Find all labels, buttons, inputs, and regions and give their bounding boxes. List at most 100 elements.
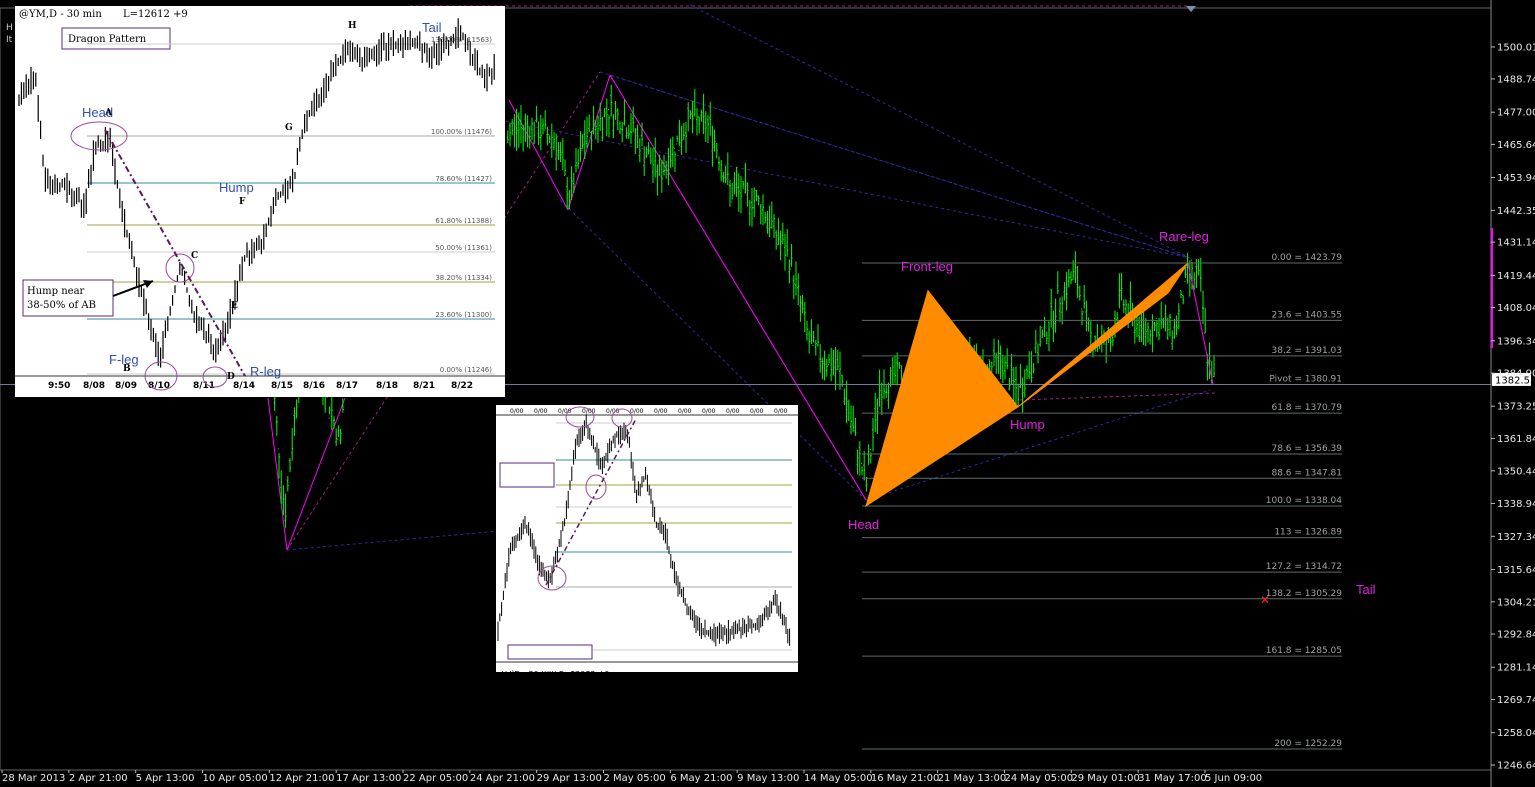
inset2-symbol: YM,D - 30 min L=13013 +9 [499, 669, 610, 672]
note-line-2: 38-50% of AB [27, 300, 96, 311]
fib-label: 138.2 = 1305.29 [1266, 589, 1343, 599]
y-tick-label: 1338.94 [1497, 499, 1535, 510]
inset1-date: 8/17 [336, 381, 358, 391]
x-tick-label: 2 Apr 21:00 [69, 773, 128, 784]
y-tick-label: 1350.44 [1497, 466, 1535, 477]
fib-label: 200 = 1252.29 [1274, 739, 1342, 749]
inset2-date: 0/00 [678, 408, 692, 415]
pattern-leg [508, 99, 569, 211]
point-c: C [191, 251, 198, 261]
inset1-fib-label: 50.00% (11361) [435, 244, 492, 252]
inset1-date: 8/11 [193, 381, 215, 391]
y-tick-label: 1373.25 [1497, 402, 1535, 413]
point-e: E [231, 301, 238, 311]
price-axis: 1500.01 1488.74 1477.00 1465.64 1453.94 1442.… [1491, 42, 1535, 772]
x-tick-label: 17 Apr 13:00 [336, 773, 401, 784]
fib-label: 23.6 = 1403.55 [1271, 310, 1342, 320]
inset2-trendline [545, 418, 637, 586]
inset1-fib-label: 38.20% (11334) [435, 274, 492, 282]
axis-highlight [1491, 228, 1493, 348]
inset1-date: 8/22 [451, 381, 473, 391]
x-tick-label: 14 May 05:00 [804, 773, 873, 784]
fib-label: 161.8 = 1285.05 [1266, 646, 1342, 656]
inset2-date: 0/00 [558, 408, 572, 415]
header-fragment: It [6, 35, 13, 45]
inset2-date: 0/00 [630, 408, 644, 415]
fib-label: Pivot = 1380.91 [1269, 374, 1342, 384]
y-tick-label: 1442.35 [1497, 206, 1535, 217]
tail-target-marker: ✕ [1260, 593, 1270, 607]
header-fragment: H [6, 23, 13, 33]
trend-line [286, 529, 511, 551]
shift-marker-icon [1186, 6, 1196, 12]
y-tick-label: 1465.64 [1497, 140, 1535, 151]
y-tick-label: 1281.14 [1497, 663, 1535, 674]
tail-label: Tail [1356, 582, 1376, 597]
dragon-pattern-inset-2: 0/00 0/00 0/00 0/00 0/00 0/00 0/00 0/00 0/00 0/00… [496, 405, 798, 672]
inset2-d-circle [611, 408, 633, 428]
inset1-date: 8/14 [233, 381, 255, 391]
y-tick-label: 1488.74 [1497, 74, 1535, 85]
x-tick-label: 9 May 13:00 [737, 773, 799, 784]
inset2-date: 0/00 [654, 408, 668, 415]
y-tick-label: 1258.04 [1497, 728, 1535, 739]
dragon-pattern-inset-1: @YM,D - 30 min L=12612 +9 Dragon Pattern 13… [15, 6, 505, 397]
inset2-date: 0/00 [534, 408, 548, 415]
note-line-1: Hump near [27, 286, 85, 297]
y-tick-label: 1408.04 [1497, 303, 1535, 314]
x-tick-label: 28 Mar 2013 [2, 773, 65, 784]
time-axis: 28 Mar 2013 2 Apr 21:00 5 Apr 13:00 10 Apr … [1, 770, 1262, 784]
x-tick-label: 22 Apr 05:00 [403, 773, 468, 784]
front-leg-label: Front-leg [901, 259, 953, 274]
trend-line [499, 119, 1191, 259]
head-label: Head [848, 517, 879, 532]
inset1-date: 8/16 [303, 381, 325, 391]
fib-label: 88.6 = 1347.81 [1271, 468, 1342, 478]
x-tick-label: 21 May 13:00 [938, 773, 1007, 784]
fib-label: 61.8 = 1370.79 [1271, 403, 1342, 413]
inset1-fib-label: 23.60% (11300) [435, 311, 492, 319]
point-f: F [239, 197, 246, 207]
inset1-date: 8/21 [413, 381, 435, 391]
point-g: G [285, 123, 293, 133]
point-a: A [104, 108, 113, 118]
inset1-hump-label: Hump [219, 180, 254, 195]
inset1-fib-label: 100.00% (11476) [431, 128, 492, 136]
y-tick-label: 1327.34 [1497, 532, 1535, 543]
x-tick-label: 10 Apr 05:00 [203, 773, 268, 784]
inset1-title: Dragon Pattern [68, 34, 147, 45]
ad-trendline [104, 129, 246, 377]
x-tick-label: 24 May 05:00 [1005, 773, 1074, 784]
fib-label: 78.6 = 1356.39 [1271, 444, 1342, 454]
dragon-rear-triangle [1017, 262, 1189, 408]
x-tick-label: 5 Jun 09:00 [1205, 773, 1262, 784]
point-b: B [123, 364, 131, 374]
inset1-quote: L=12612 +9 [123, 9, 188, 20]
x-tick-label: 6 May 21:00 [670, 773, 732, 784]
inset1-fib-label: 0.00% (11246) [440, 366, 492, 374]
y-tick-label: 1304.21 [1497, 597, 1535, 608]
x-tick-label: 31 May 17:00 [1138, 773, 1207, 784]
inset1-fib-label: 61.80% (11388) [435, 217, 492, 225]
y-tick-label: 1419.44 [1497, 271, 1535, 282]
y-tick-label: 1453.94 [1497, 173, 1535, 184]
hump-label: Hump [1010, 417, 1045, 432]
inset1-symbol: @YM,D - 30 min [19, 9, 102, 20]
y-tick-label: 1477.00 [1497, 108, 1535, 119]
inset2-date: 0/00 [750, 408, 764, 415]
x-tick-label: 2 May 05:00 [604, 773, 666, 784]
inset1-date: 8/18 [376, 381, 398, 391]
point-h: H [348, 21, 357, 31]
y-tick-label: 1431.14 [1497, 238, 1535, 249]
inset1-rleg-label: R-leg [250, 364, 281, 379]
inset2-date: 0/00 [774, 408, 788, 415]
inset2-date: 0/00 [702, 408, 716, 415]
inset2-title-box [507, 644, 593, 660]
y-tick-label: 1246.64 [1497, 761, 1535, 772]
rare-leg-label: Rare-leg [1159, 229, 1209, 244]
inset1-date: 8/09 [115, 381, 137, 391]
trend-line [599, 71, 1191, 259]
x-tick-label: 5 Apr 13:00 [136, 773, 195, 784]
inset1-tail-label: Tail [422, 20, 442, 35]
inset2-b-circle [565, 406, 595, 428]
